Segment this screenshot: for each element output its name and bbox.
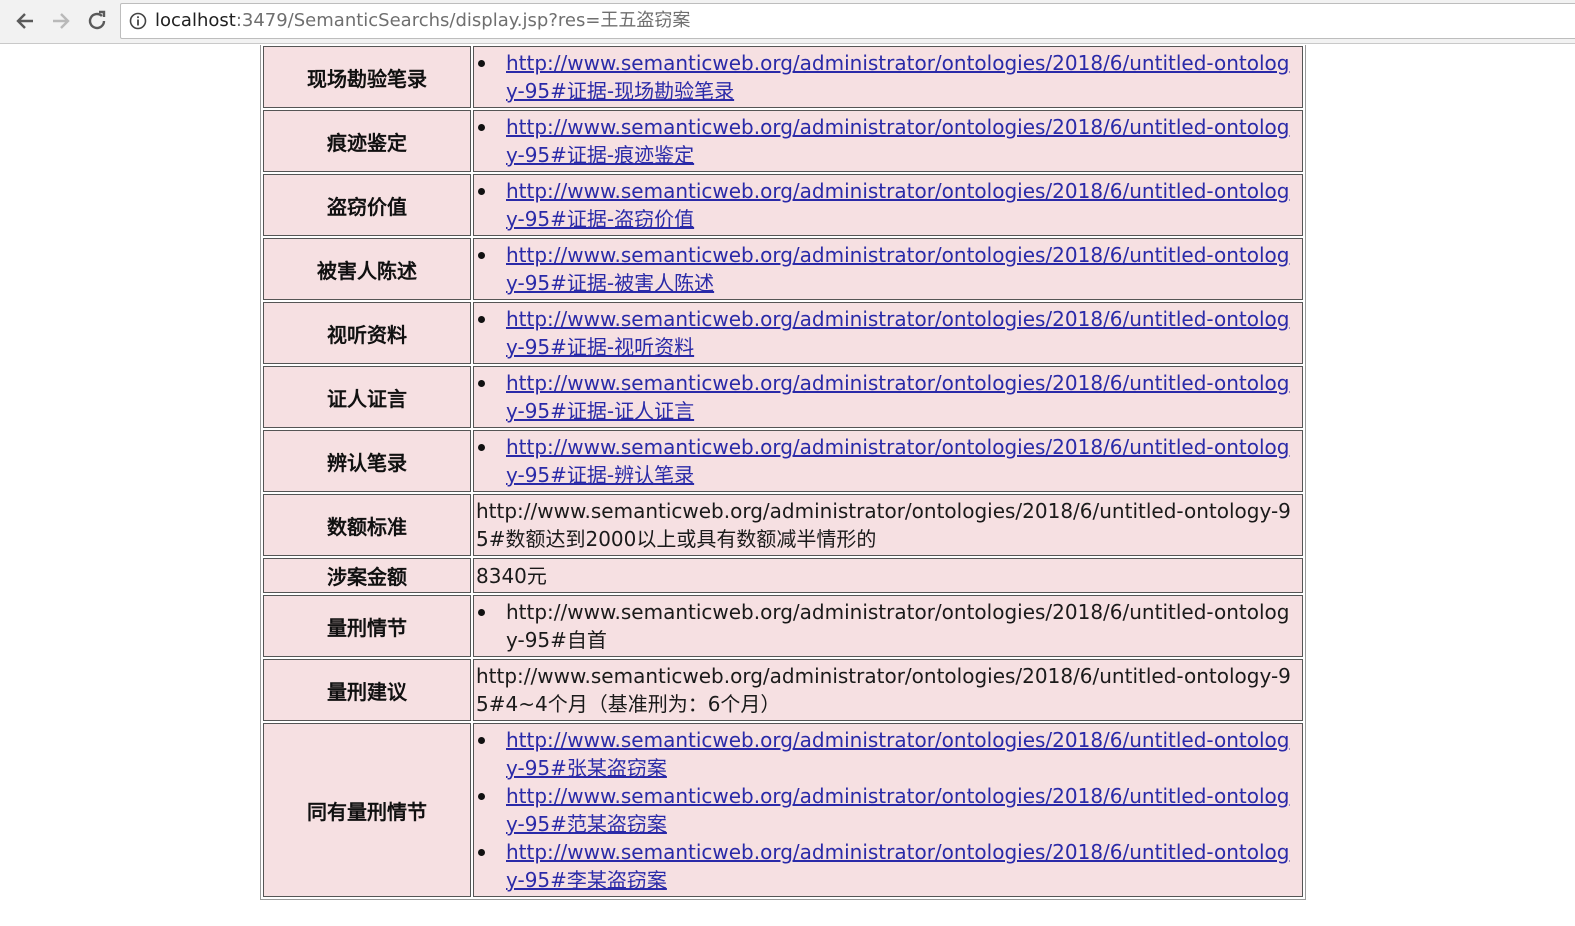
row-label: 量刑建议: [263, 659, 471, 721]
table-row: 涉案金额 8340元: [263, 558, 1303, 593]
row-label: 视听资料: [263, 302, 471, 364]
ontology-link[interactable]: http://www.semanticweb.org/administrator…: [506, 728, 1289, 780]
row-label: 同有量刑情节: [263, 723, 471, 897]
row-label: 盗窃价值: [263, 174, 471, 236]
row-label: 辨认笔录: [263, 430, 471, 492]
value-list: http://www.semanticweb.org/administrator…: [476, 241, 1300, 297]
row-label: 现场勘验笔录: [263, 46, 471, 108]
info-icon[interactable]: [129, 12, 147, 30]
value-list: http://www.semanticweb.org/administrator…: [476, 113, 1300, 169]
list-item: http://www.semanticweb.org/administrator…: [476, 598, 1300, 654]
ontology-link[interactable]: http://www.semanticweb.org/administrator…: [506, 784, 1289, 836]
row-label: 量刑情节: [263, 595, 471, 657]
row-value: http://www.semanticweb.org/administrator…: [473, 302, 1303, 364]
value-text: http://www.semanticweb.org/administrator…: [476, 499, 1291, 551]
table-row: 视听资料 http://www.semanticweb.org/administr…: [263, 302, 1303, 364]
browser-toolbar: localhost:3479/SemanticSearchs/display.j…: [0, 0, 1575, 44]
row-label: 证人证言: [263, 366, 471, 428]
row-value: http://www.semanticweb.org/administrator…: [473, 430, 1303, 492]
table-row: 辨认笔录 http://www.semanticweb.org/administr…: [263, 430, 1303, 492]
value-text: 8340元: [476, 563, 547, 588]
row-label: 涉案金额: [263, 558, 471, 593]
value-list: http://www.semanticweb.org/administrator…: [476, 369, 1300, 425]
reload-icon: [88, 10, 106, 30]
arrow-right-icon: [53, 13, 70, 29]
table-row: 证人证言 http://www.semanticweb.org/administr…: [263, 366, 1303, 428]
value-list: http://www.semanticweb.org/administrator…: [476, 305, 1300, 361]
reload-button[interactable]: [82, 6, 112, 36]
ontology-link[interactable]: http://www.semanticweb.org/administrator…: [506, 435, 1289, 487]
value-list: http://www.semanticweb.org/administrator…: [476, 433, 1300, 489]
table-row: 现场勘验笔录 http://www.semanticweb.org/adminis…: [263, 46, 1303, 108]
list-item: http://www.semanticweb.org/administrator…: [476, 49, 1300, 105]
value-text: http://www.semanticweb.org/administrator…: [476, 664, 1291, 716]
table-row: 痕迹鉴定 http://www.semanticweb.org/administr…: [263, 110, 1303, 172]
row-value: http://www.semanticweb.org/administrator…: [473, 494, 1303, 556]
table-row: 量刑情节 http://www.semanticweb.org/administr…: [263, 595, 1303, 657]
row-value: 8340元: [473, 558, 1303, 593]
row-value: http://www.semanticweb.org/administrator…: [473, 110, 1303, 172]
list-item: http://www.semanticweb.org/administrator…: [476, 241, 1300, 297]
list-item: http://www.semanticweb.org/administrator…: [476, 113, 1300, 169]
url-host: localhost: [155, 10, 236, 31]
row-value: http://www.semanticweb.org/administrator…: [473, 174, 1303, 236]
row-value: http://www.semanticweb.org/administrator…: [473, 46, 1303, 108]
ontology-link[interactable]: http://www.semanticweb.org/administrator…: [506, 243, 1289, 295]
table-row: 盗窃价值 http://www.semanticweb.org/administr…: [263, 174, 1303, 236]
ontology-link[interactable]: http://www.semanticweb.org/administrator…: [506, 179, 1289, 231]
value-list: http://www.semanticweb.org/administrator…: [476, 598, 1300, 654]
row-label: 痕迹鉴定: [263, 110, 471, 172]
table-row: 数额标准 http://www.semanticweb.org/administr…: [263, 494, 1303, 556]
value-list: http://www.semanticweb.org/administrator…: [476, 49, 1300, 105]
row-value: http://www.semanticweb.org/administrator…: [473, 723, 1303, 897]
url-path: :3479/SemanticSearchs/display.jsp?res=王五…: [235, 10, 691, 31]
list-item: http://www.semanticweb.org/administrator…: [476, 433, 1300, 489]
value-list: http://www.semanticweb.org/administrator…: [476, 177, 1300, 233]
ontology-link[interactable]: http://www.semanticweb.org/administrator…: [506, 371, 1289, 423]
list-item: http://www.semanticweb.org/administrator…: [476, 838, 1300, 894]
row-value: http://www.semanticweb.org/administrator…: [473, 659, 1303, 721]
list-item: http://www.semanticweb.org/administrator…: [476, 782, 1300, 838]
ontology-link[interactable]: http://www.semanticweb.org/administrator…: [506, 115, 1289, 167]
list-item-text: http://www.semanticweb.org/administrator…: [506, 600, 1290, 652]
table-row: 同有量刑情节 http://www.semanticweb.org/adminis…: [263, 723, 1303, 897]
back-button[interactable]: [10, 6, 40, 36]
row-label: 被害人陈述: [263, 238, 471, 300]
row-value: http://www.semanticweb.org/administrator…: [473, 238, 1303, 300]
row-label: 数额标准: [263, 494, 471, 556]
table-row: 量刑建议 http://www.semanticweb.org/administr…: [263, 659, 1303, 721]
ontology-link[interactable]: http://www.semanticweb.org/administrator…: [506, 51, 1289, 103]
url-text[interactable]: localhost:3479/SemanticSearchs/display.j…: [155, 4, 690, 38]
ontology-link[interactable]: http://www.semanticweb.org/administrator…: [506, 307, 1289, 359]
list-item: http://www.semanticweb.org/administrator…: [476, 305, 1300, 361]
row-value: http://www.semanticweb.org/administrator…: [473, 366, 1303, 428]
ontology-link[interactable]: http://www.semanticweb.org/administrator…: [506, 840, 1289, 892]
list-item: http://www.semanticweb.org/administrator…: [476, 177, 1300, 233]
list-item: http://www.semanticweb.org/administrator…: [476, 369, 1300, 425]
table-row: 被害人陈述 http://www.semanticweb.org/administ…: [263, 238, 1303, 300]
arrow-left-icon: [16, 13, 33, 29]
page-content: 现场勘验笔录 http://www.semanticweb.org/adminis…: [0, 45, 1575, 926]
value-list: http://www.semanticweb.org/administrator…: [476, 726, 1300, 894]
forward-button[interactable]: [46, 6, 76, 36]
list-item: http://www.semanticweb.org/administrator…: [476, 726, 1300, 782]
address-bar[interactable]: localhost:3479/SemanticSearchs/display.j…: [120, 3, 1575, 39]
row-value: http://www.semanticweb.org/administrator…: [473, 595, 1303, 657]
result-table: 现场勘验笔录 http://www.semanticweb.org/adminis…: [260, 45, 1306, 900]
